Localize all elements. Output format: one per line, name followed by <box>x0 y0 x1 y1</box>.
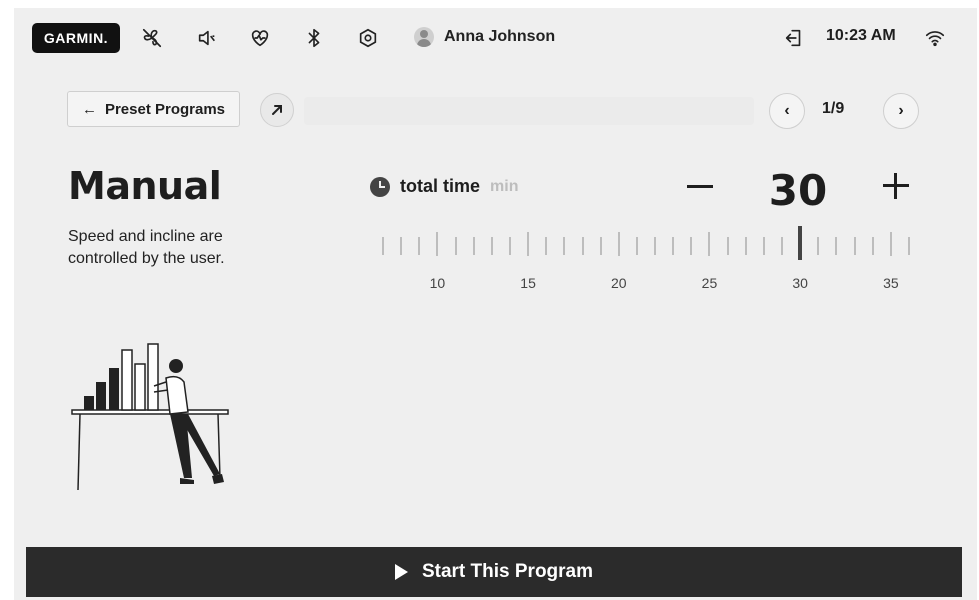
time-ruler-slider[interactable]: 10 15 20 25 30 35 <box>378 226 918 298</box>
ruler-tick <box>889 232 892 256</box>
ruler-tick <box>635 237 638 255</box>
ruler-tick <box>581 237 584 255</box>
ruler-selected-tick <box>798 226 803 260</box>
start-program-label: Start This Program <box>421 561 594 582</box>
status-bar: GARMIN. Anna Johnson 10:23 AM <box>14 8 977 66</box>
ruler-tick-label: 20 <box>610 275 627 291</box>
clock-icon <box>370 176 390 197</box>
ruler-tick <box>672 237 675 255</box>
user-profile[interactable]: Anna Johnson <box>414 24 555 50</box>
total-time-label: total time min <box>370 176 518 197</box>
decrease-time-button[interactable] <box>682 168 718 204</box>
ruler-tick <box>472 237 475 255</box>
treadmill-screen: GARMIN. Anna Johnson 10:23 AM ← Preset P… <box>14 8 977 600</box>
ruler-tick-label: 15 <box>520 275 536 291</box>
play-icon <box>394 564 408 580</box>
heart-rate-icon[interactable] <box>248 26 272 50</box>
arrow-left-icon: ← <box>81 100 97 118</box>
person-illustration <box>66 338 246 513</box>
ruler-tick <box>527 232 530 256</box>
start-program-button[interactable]: Start This Program <box>26 547 962 597</box>
ruler-tick-label: 25 <box>701 275 718 291</box>
brand-logo: GARMIN. <box>32 23 120 53</box>
back-button-label: Preset Programs <box>104 100 226 118</box>
ruler-tick <box>400 237 403 255</box>
ruler-tick <box>690 237 693 255</box>
pin-icon <box>272 105 282 115</box>
ruler-tick <box>871 237 874 255</box>
program-title: Manual <box>68 164 222 208</box>
ruler-tick <box>599 237 602 255</box>
chevron-right-icon: › <box>898 102 904 119</box>
ruler-tick <box>835 237 838 255</box>
chevron-left-icon: ‹ <box>784 102 790 119</box>
no-fan-icon[interactable] <box>140 26 164 50</box>
ruler-tick <box>617 232 620 256</box>
ruler-tick <box>508 237 511 255</box>
increase-time-button[interactable] <box>878 168 914 204</box>
ruler-tick <box>908 237 910 255</box>
ruler-tick <box>454 237 457 255</box>
user-name: Anna Johnson <box>444 28 556 45</box>
next-program-button[interactable]: › <box>883 93 919 129</box>
ruler-tick <box>654 237 657 255</box>
ruler-tick <box>545 237 548 255</box>
ruler-tick <box>817 237 820 255</box>
avatar <box>414 27 434 47</box>
pin-track <box>304 97 754 125</box>
ruler-tick <box>490 237 493 255</box>
ruler-tick <box>708 232 711 256</box>
ruler-tick <box>744 237 747 255</box>
ruler-tick <box>436 232 439 256</box>
clock-time: 10:23 AM <box>826 27 896 44</box>
ruler-tick <box>762 237 765 255</box>
program-description: Speed and incline are controlled by the … <box>68 228 225 267</box>
bluetooth-icon[interactable] <box>302 26 326 50</box>
ruler-tick <box>853 237 856 255</box>
ruler-tick <box>781 237 784 255</box>
time-unit: min <box>490 177 519 195</box>
ruler-tick <box>726 237 729 255</box>
settings-hex-icon[interactable] <box>356 26 380 50</box>
ruler-tick-label: 30 <box>792 275 808 291</box>
ruler-tick <box>418 237 421 255</box>
ruler-tick-label: 10 <box>429 275 446 291</box>
page-indicator: 1/9 <box>822 100 845 117</box>
ruler-tick <box>563 237 566 255</box>
pin-program-button[interactable] <box>260 93 294 127</box>
ruler-tick <box>382 237 384 255</box>
ruler-tick-label: 35 <box>883 275 899 291</box>
time-value: 30 <box>768 166 828 215</box>
time-label-text: total time <box>400 176 481 196</box>
previous-program-button[interactable]: ‹ <box>769 93 805 129</box>
wifi-icon <box>923 26 947 50</box>
logout-icon[interactable] <box>782 26 806 50</box>
volume-low-icon[interactable] <box>195 26 219 50</box>
back-to-presets-button[interactable]: ← Preset Programs <box>67 91 240 127</box>
